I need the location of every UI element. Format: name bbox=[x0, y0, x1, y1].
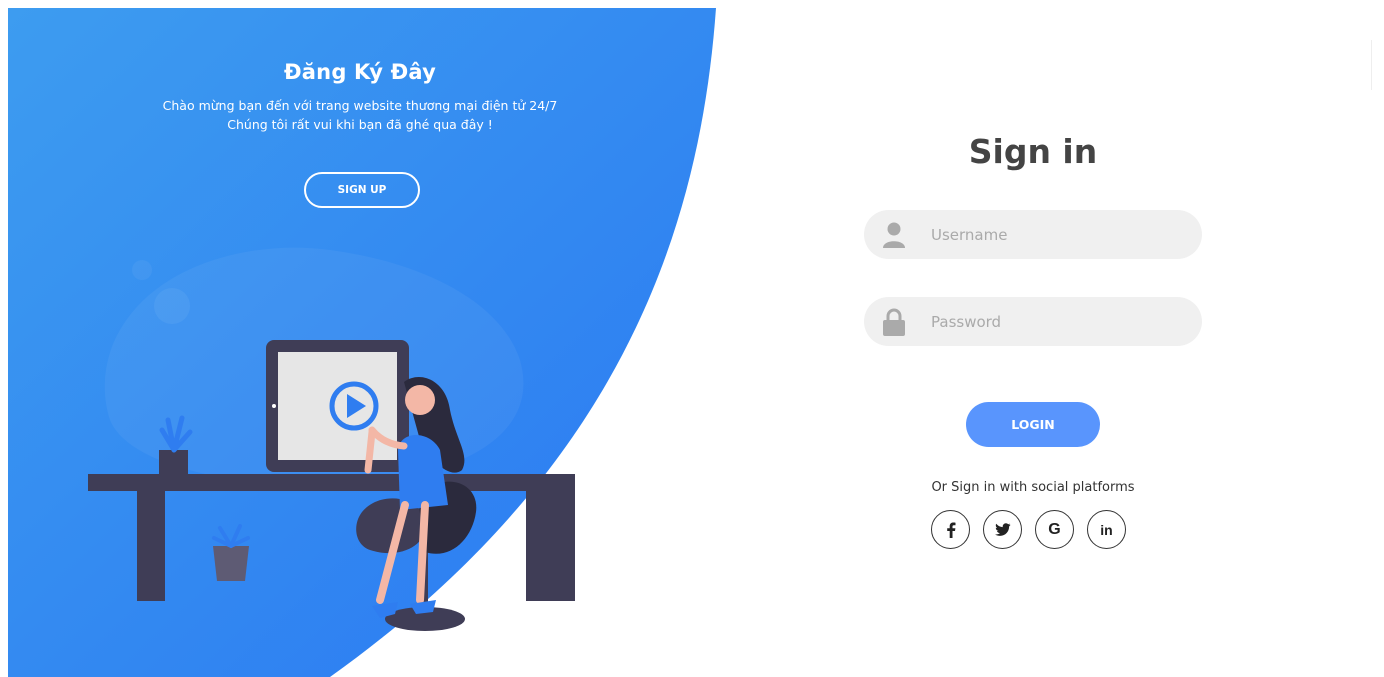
facebook-icon[interactable] bbox=[931, 510, 970, 549]
user-icon bbox=[881, 220, 907, 250]
twitter-icon[interactable] bbox=[983, 510, 1022, 549]
signup-panel-title: Đăng Ký Đây bbox=[284, 60, 436, 84]
login-button[interactable]: LOGIN bbox=[966, 402, 1100, 447]
signup-panel-welcome: Chào mừng bạn đến với trang website thươ… bbox=[162, 98, 558, 113]
sign-up-button[interactable]: SIGN UP bbox=[304, 172, 420, 208]
linkedin-icon[interactable]: in bbox=[1087, 510, 1126, 549]
password-input[interactable] bbox=[929, 311, 1183, 332]
workspace-illustration bbox=[88, 340, 575, 631]
username-field[interactable] bbox=[864, 210, 1202, 259]
social-sign-in-text: Or Sign in with social platforms bbox=[931, 480, 1135, 495]
password-field[interactable] bbox=[864, 297, 1202, 346]
sign-in-title: Sign in bbox=[968, 132, 1098, 171]
lock-icon bbox=[881, 307, 907, 337]
signup-panel-subtitle: Chúng tôi rất vui khi bạn đã ghé qua đây… bbox=[227, 117, 493, 132]
signup-panel-text: Đăng Ký Đây Chào mừng bạn đến với trang … bbox=[130, 60, 590, 134]
social-icons: G in bbox=[931, 510, 1126, 549]
google-icon[interactable]: G bbox=[1035, 510, 1074, 549]
username-input[interactable] bbox=[929, 224, 1183, 245]
scrollbar[interactable] bbox=[1371, 40, 1378, 90]
